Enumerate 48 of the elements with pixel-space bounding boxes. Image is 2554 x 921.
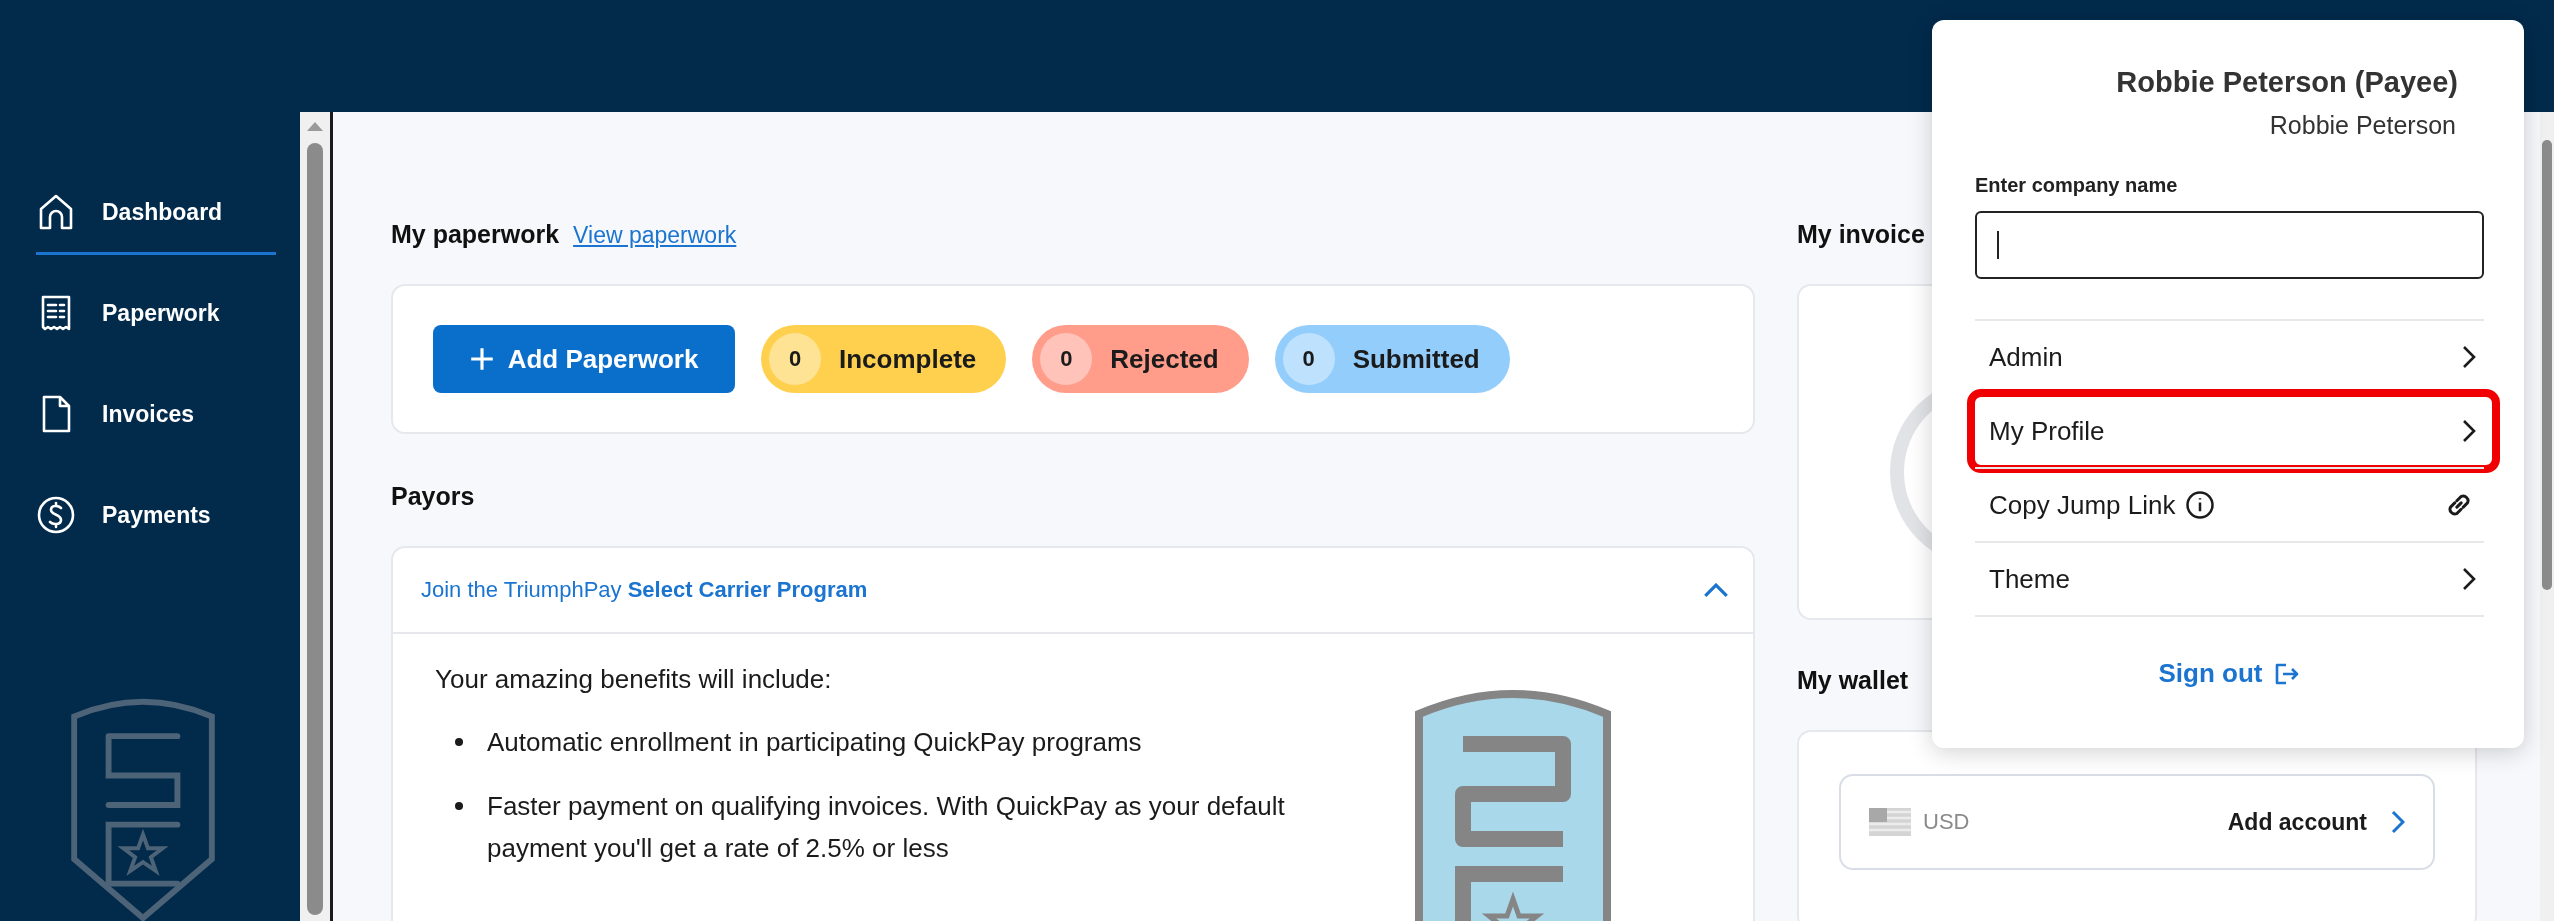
chevron-right-icon [2462,345,2476,369]
sign-out-button[interactable]: Sign out [2152,657,2307,690]
count-badge: 0 [1282,333,1335,385]
plus-icon [469,347,494,371]
section-heading: My invoice [1797,220,1925,249]
currency-label: USD [1923,809,1971,835]
sign-out-icon [2274,661,2301,686]
count-badge: 0 [769,333,821,385]
count-badge: 0 [1040,333,1093,385]
dollar-icon [36,495,76,535]
nav-item[interactable]: Dashboard [36,186,276,255]
section-heading: My wallet [1797,666,1909,695]
menu-item[interactable]: Copy Jump Link [1975,469,2484,541]
menu-item[interactable]: My Profile [1975,395,2484,467]
status-label: Submitted [1352,343,1480,375]
menu-item[interactable]: Theme [1975,543,2484,615]
benefit-item: Faster payment on qualifying invoices. With QuickPay as your default payment you'll get a rate of 2.5% or less [435,785,1317,869]
info-icon [2185,490,2216,520]
user-name: Robbie Peterson (Payee) [2115,66,2458,99]
scrollbar[interactable] [2540,112,2554,921]
user-subname: Robbie Peterson [2268,111,2456,140]
section-heading: My paperwork [391,220,560,249]
view-paperwork-link[interactable]: View paperwork [573,222,737,249]
account-row[interactable]: USD Add account [1839,774,2435,870]
add-account-link[interactable]: Add account [2227,808,2367,836]
nav-item[interactable]: Paperwork [36,287,276,346]
banner-title: Join the TriumphPay Select Carrier Program [421,577,868,603]
nav-item[interactable]: Invoices [36,388,276,447]
program-banner[interactable]: Join the TriumphPay Select Carrier Program [393,548,1753,634]
status-label: Incomplete [839,343,977,375]
chevron-right-icon [2462,567,2476,591]
field-label: Enter company name [1975,174,2179,197]
input-field[interactable] [1975,211,2484,279]
status-pill[interactable]: 0 Incomplete [761,325,1007,393]
chevron-up-icon[interactable] [1703,582,1729,598]
status-pill[interactable]: 0 Submitted [1274,325,1510,393]
status-pill[interactable]: 0 Rejected [1032,325,1249,393]
scrollbar[interactable] [300,112,333,921]
flag-icon [1869,808,1911,836]
chevron-right-icon [2462,419,2476,443]
nav-item[interactable]: Payments [36,489,276,548]
section-heading: Payors [391,482,475,511]
status-label: Rejected [1110,343,1219,375]
benefit-item: Automatic enrollment in participating QuickPay programs [435,721,1317,763]
chevron-right-icon [2391,810,2405,834]
menu-item[interactable]: Admin [1975,321,2484,393]
add-paperwork-button[interactable]: Add Paperwork [433,325,735,393]
benefits-intro: Your amazing benefits will include: [435,664,833,695]
